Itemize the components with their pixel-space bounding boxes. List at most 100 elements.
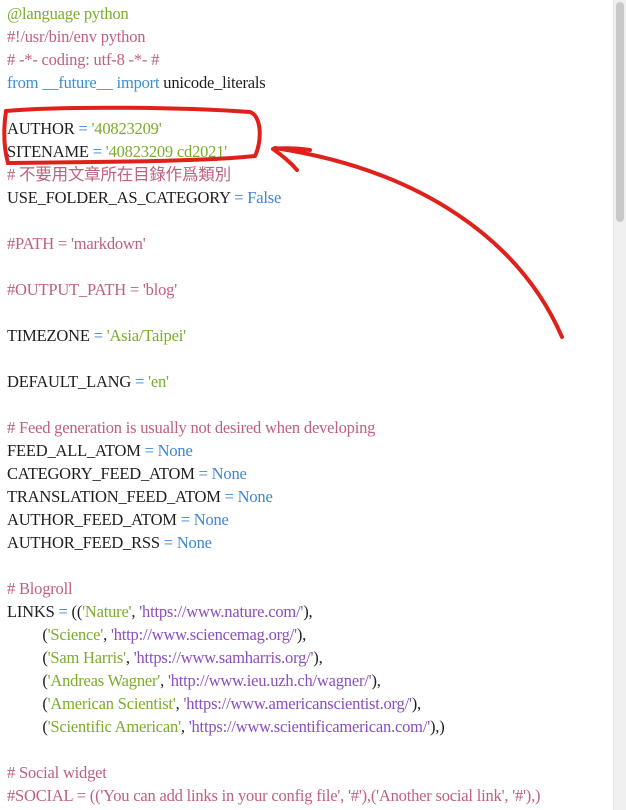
code-token-op: = — [92, 142, 102, 161]
code-token-plain: , — [160, 671, 168, 690]
code-token-op: = — [234, 188, 244, 207]
code-token-comment: #PATH = 'markdown' — [7, 234, 146, 253]
code-line: TIMEZONE = 'Asia/Taipei' — [7, 324, 186, 347]
code-token-plain: ( — [7, 717, 48, 736]
code-line: AUTHOR_FEED_ATOM = None — [7, 508, 229, 531]
code-token-string: 'Nature' — [82, 602, 132, 621]
code-token-string: 'American Scientist' — [47, 694, 176, 713]
code-token-string: 'Sam Harris' — [47, 648, 126, 667]
code-token-const: None — [193, 510, 229, 529]
code-token-plain: , — [125, 648, 134, 667]
code-token-keyword: import — [116, 73, 160, 92]
code-line: DEFAULT_LANG = 'en' — [7, 370, 169, 393]
code-token-string: 'en' — [148, 372, 169, 391]
code-line: FEED_ALL_ATOM = None — [7, 439, 193, 462]
code-line: SITENAME = '40823209 cd2021' — [7, 140, 227, 163]
code-token-plain: ), — [303, 602, 313, 621]
code-line: # -*- coding: utf-8 -*- # — [7, 48, 159, 71]
code-line: ('American Scientist', 'https://www.amer… — [7, 692, 421, 715]
code-token-comment: # 不要用文章所在目錄作爲類別 — [7, 165, 231, 184]
code-token-comment: # Social widget — [7, 763, 107, 782]
code-line: # 不要用文章所在目錄作爲類別 — [7, 163, 231, 186]
code-token-plain: TIMEZONE — [7, 326, 94, 345]
code-token-op: = — [78, 119, 88, 138]
code-token-keyword: from — [7, 73, 39, 92]
code-token-plain: USE_FOLDER_AS_CATEGORY — [7, 188, 235, 207]
code-token-plain: , — [180, 717, 189, 736]
code-line: #PATH = 'markdown' — [7, 232, 146, 255]
code-line: # Feed generation is usually not desired… — [7, 416, 375, 439]
code-token-const: False — [247, 188, 282, 207]
code-token-url: 'http://www.sciencemag.org/' — [110, 625, 297, 644]
code-token-comment: #!/usr/bin/env python — [7, 27, 146, 46]
code-token-string: '40823209' — [91, 119, 162, 138]
code-token-string: 'Scientific American' — [47, 717, 181, 736]
code-line: from __future__ import unicode_literals — [7, 71, 266, 94]
code-token-plain: TRANSLATION_FEED_ATOM — [7, 487, 225, 506]
code-token-plain: ( — [7, 648, 48, 667]
code-token-plain: CATEGORY_FEED_ATOM — [7, 464, 199, 483]
code-token-plain: ), — [411, 694, 421, 713]
code-token-url: 'http://www.ieu.uzh.ch/wagner/' — [167, 671, 372, 690]
code-token-plain: , — [103, 625, 111, 644]
code-token-plain: unicode_literals — [159, 73, 266, 92]
code-token-plain: ), — [371, 671, 381, 690]
code-line: # Blogroll — [7, 577, 73, 600]
code-token-comment: #OUTPUT_PATH = 'blog' — [7, 280, 177, 299]
code-token-url: 'https://www.samharris.org/' — [133, 648, 314, 667]
code-line: ('Science', 'http://www.sciencemag.org/'… — [7, 623, 306, 646]
code-token-plain: SITENAME — [7, 142, 93, 161]
code-token-op: = — [58, 602, 68, 621]
code-line: AUTHOR = '40823209' — [7, 117, 162, 140]
code-token-plain: ( — [7, 694, 48, 713]
vertical-scrollbar[interactable] — [613, 0, 626, 810]
code-line: @language python — [7, 2, 129, 25]
code-token-comment: # -*- coding: utf-8 -*- # — [7, 50, 160, 69]
code-line: #!/usr/bin/env python — [7, 25, 146, 48]
code-editor[interactable]: @language python #!/usr/bin/env python # -… — [0, 0, 614, 810]
code-token-string: 'Andreas Wagner' — [47, 671, 161, 690]
code-line: ('Sam Harris', 'https://www.samharris.or… — [7, 646, 323, 669]
code-token-plain: LINKS — [7, 602, 59, 621]
code-token-comment: #SOCIAL = (('You can add links in your c… — [7, 786, 541, 805]
code-line: #SOCIAL = (('You can add links in your c… — [7, 784, 541, 807]
code-token-keyword: __future__ — [42, 73, 113, 92]
code-line: # Social widget — [7, 761, 107, 784]
code-token-plain: DEFAULT_LANG — [7, 372, 136, 391]
code-token-plain: FEED_ALL_ATOM — [7, 441, 145, 460]
code-token-op: = — [163, 533, 173, 552]
code-token-plain: ), — [313, 648, 323, 667]
code-token-string: 'Asia/Taipei' — [106, 326, 186, 345]
code-token-plain: (( — [67, 602, 83, 621]
code-line: ('Andreas Wagner', 'http://www.ieu.uzh.c… — [7, 669, 381, 692]
code-token-plain: AUTHOR — [7, 119, 79, 138]
code-token-url: 'https://www.americanscientist.org/' — [183, 694, 412, 713]
code-token-op: = — [198, 464, 208, 483]
code-line: USE_FOLDER_AS_CATEGORY = False — [7, 186, 281, 209]
code-token-url: 'https://www.nature.com/' — [139, 602, 304, 621]
code-token-op: = — [135, 372, 145, 391]
code-line: #OUTPUT_PATH = 'blog' — [7, 278, 177, 301]
code-token-op: = — [224, 487, 234, 506]
code-token-const: None — [237, 487, 273, 506]
scroll-thumb[interactable] — [616, 2, 624, 222]
code-token-plain: ),) — [429, 717, 445, 736]
code-line: ('Scientific American', 'https://www.sci… — [7, 715, 445, 738]
code-token-string: '40823209 cd2021' — [105, 142, 228, 161]
code-line: AUTHOR_FEED_RSS = None — [7, 531, 212, 554]
code-line: CATEGORY_FEED_ATOM = None — [7, 462, 247, 485]
code-token-plain: ( — [7, 625, 48, 644]
code-line: LINKS = (('Nature', 'https://www.nature.… — [7, 600, 313, 623]
code-token-string: 'Science' — [47, 625, 104, 644]
code-token-decorator: @language python — [7, 4, 129, 23]
code-line: TRANSLATION_FEED_ATOM = None — [7, 485, 273, 508]
code-token-const: None — [176, 533, 212, 552]
code-token-comment: # Blogroll — [7, 579, 73, 598]
code-token-op: = — [144, 441, 154, 460]
code-token-plain: AUTHOR_FEED_ATOM — [7, 510, 181, 529]
code-token-plain: ), — [296, 625, 307, 644]
code-token-plain: AUTHOR_FEED_RSS — [7, 533, 164, 552]
code-token-plain: ( — [7, 671, 48, 690]
code-token-url: 'https://www.scientificamerican.com/' — [188, 717, 430, 736]
code-token-op: = — [93, 326, 103, 345]
